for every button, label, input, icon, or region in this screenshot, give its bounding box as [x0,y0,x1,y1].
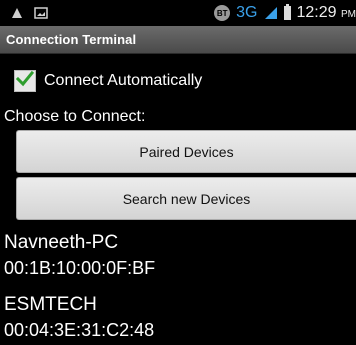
battery-icon [283,4,291,20]
checkmark-icon [15,70,35,93]
device-address: 00:04:3E:31:C2:48 [4,320,155,340]
auto-connect-checkbox-row[interactable]: Connect Automatically [14,66,202,96]
paired-devices-button[interactable]: Paired Devices [16,130,356,173]
search-devices-button[interactable]: Search new Devices [16,177,356,220]
image-icon [34,6,48,20]
device-item[interactable]: Navneeth-PC 00:1B:10:00:0F:BF [4,232,155,279]
device-item[interactable]: ESMTECH 00:04:3E:31:C2:48 [4,294,154,341]
auto-connect-label: Connect Automatically [44,72,203,89]
signal-icon [264,6,278,20]
choose-connect-label: Choose to Connect: [4,108,146,125]
notification-icon [10,6,24,20]
app-title: Connection Terminal [6,32,137,47]
network-type: 3G [236,4,258,21]
app-title-bar: Connection Terminal [0,26,356,54]
device-name: ESMTECH [4,294,97,315]
device-address: 00:1B:10:00:0F:BF [4,258,156,278]
bluetooth-icon: BT [214,5,231,21]
status-bar: BT 3G 12:29 PM [0,0,356,26]
auto-connect-checkbox[interactable] [14,70,36,92]
clock: 12:29 PM [296,4,356,21]
device-name: Navneeth-PC [4,232,119,253]
